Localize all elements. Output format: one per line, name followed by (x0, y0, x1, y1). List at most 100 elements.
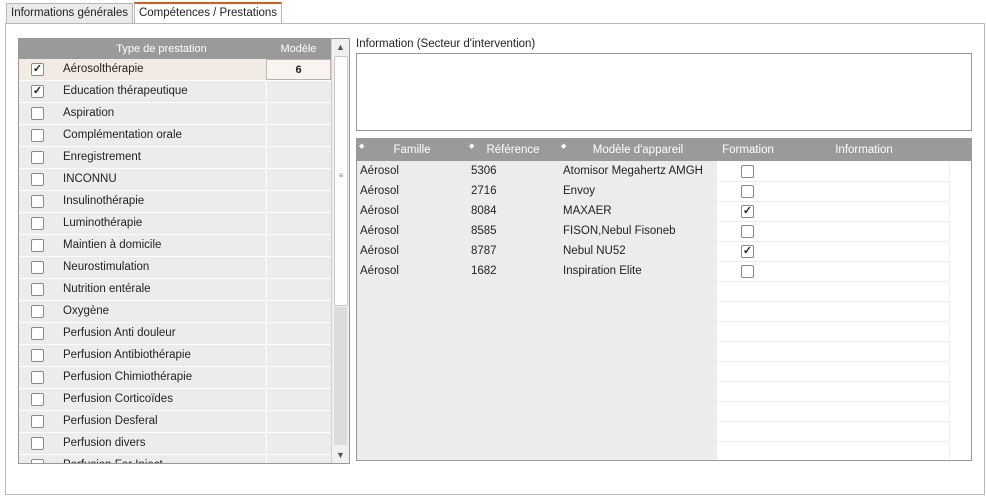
prestation-checkbox[interactable]: ✓ (31, 85, 44, 98)
prestation-row[interactable]: Insulinothérapie (19, 191, 331, 213)
prestation-modele-cell[interactable] (266, 103, 331, 124)
formation-checkbox[interactable] (741, 265, 754, 278)
prestation-row[interactable]: Enregistrement (19, 147, 331, 169)
famille-cell[interactable]: Aérosol (360, 221, 465, 241)
reference-cell[interactable]: 1682 (471, 261, 557, 281)
famille-cell[interactable]: Aérosol (360, 241, 465, 261)
prestation-checkbox[interactable] (31, 283, 44, 296)
modele-cell[interactable]: Inspiration Elite (563, 261, 717, 281)
prestation-checkbox[interactable] (31, 459, 44, 463)
reference-cell[interactable]: 2716 (471, 181, 557, 201)
scrollbar-track[interactable] (334, 307, 347, 445)
famille-cell[interactable]: Aérosol (360, 201, 465, 221)
modele-cell[interactable]: Atomisor Megahertz AMGH (563, 161, 717, 181)
column-header-information[interactable]: Information (779, 139, 949, 161)
reference-cell[interactable]: 8787 (471, 241, 557, 261)
prestation-modele-cell[interactable] (266, 191, 331, 212)
prestation-label: Enregistrement (63, 151, 141, 163)
prestation-row[interactable]: Neurostimulation (19, 257, 331, 279)
prestations-scrollbar[interactable]: ▲ ≡ ▼ (331, 39, 349, 463)
prestation-modele-cell[interactable] (266, 411, 331, 432)
modele-cell[interactable]: Envoy (563, 181, 717, 201)
reference-cell[interactable]: 5306 (471, 161, 557, 181)
prestation-checkbox[interactable] (31, 151, 44, 164)
prestation-modele-cell[interactable] (266, 125, 331, 146)
prestation-modele-cell[interactable] (266, 323, 331, 344)
prestation-row[interactable]: ✓ Education thérapeutique (19, 81, 331, 103)
prestation-checkbox[interactable] (31, 371, 44, 384)
formation-checkbox[interactable]: ✓ (741, 245, 754, 258)
prestation-row[interactable]: Perfusion Anti douleur (19, 323, 331, 345)
row-separator (717, 221, 949, 222)
row-separator (717, 381, 949, 382)
scroll-up-icon[interactable]: ▲ (332, 39, 349, 55)
prestation-row[interactable]: Perfusion Antibiothérapie (19, 345, 331, 367)
scroll-down-icon[interactable]: ▼ (332, 447, 349, 463)
prestation-row[interactable]: Nutrition entérale (19, 279, 331, 301)
formation-checkbox[interactable]: ✓ (741, 205, 754, 218)
row-separator (717, 241, 949, 242)
prestation-modele-cell[interactable]: 6 (266, 59, 331, 80)
prestation-row[interactable]: Complémentation orale (19, 125, 331, 147)
prestation-row[interactable]: ✓ Aérosolthérapie 6 (19, 59, 331, 81)
prestation-row[interactable]: Perfusion Chimiothérapie (19, 367, 331, 389)
prestation-row[interactable]: Perfusion Desferal (19, 411, 331, 433)
formation-checkbox[interactable] (741, 165, 754, 178)
prestation-checkbox[interactable] (31, 195, 44, 208)
prestation-modele-cell[interactable] (266, 389, 331, 410)
famille-cell[interactable]: Aérosol (360, 261, 465, 281)
prestation-row[interactable]: Aspiration (19, 103, 331, 125)
reference-cell[interactable]: 8585 (471, 221, 557, 241)
prestation-modele-cell[interactable] (266, 279, 331, 300)
prestation-checkbox[interactable] (31, 107, 44, 120)
prestation-checkbox[interactable] (31, 261, 44, 274)
prestation-checkbox[interactable] (31, 239, 44, 252)
prestation-row[interactable]: Perfusion Fer Inject (19, 455, 331, 463)
modele-cell[interactable]: MAXAER (563, 201, 717, 221)
prestation-modele-cell[interactable] (266, 235, 331, 256)
prestation-checkbox[interactable] (31, 393, 44, 406)
column-header-type[interactable]: Type de prestation (57, 39, 266, 59)
prestation-modele-cell[interactable] (266, 301, 331, 322)
prestation-row[interactable]: Perfusion Corticoïdes (19, 389, 331, 411)
column-header-famille[interactable]: ◆ Famille (357, 139, 467, 161)
tab-competences-prestations[interactable]: Compétences / Prestations (133, 2, 283, 24)
scrollbar-thumb[interactable]: ≡ (334, 56, 348, 306)
modele-cell[interactable]: Nebul NU52 (563, 241, 717, 261)
prestation-row[interactable]: INCONNU (19, 169, 331, 191)
prestation-modele-cell[interactable] (266, 81, 331, 102)
column-header-formation[interactable]: Formation (717, 139, 779, 161)
modele-cell[interactable]: FISON,Nebul Fisoneb (563, 221, 717, 241)
famille-cell[interactable]: Aérosol (360, 181, 465, 201)
prestation-checkbox[interactable]: ✓ (31, 63, 44, 76)
prestation-modele-cell[interactable] (266, 257, 331, 278)
prestation-modele-cell[interactable] (266, 433, 331, 454)
prestation-checkbox[interactable] (31, 217, 44, 230)
prestation-checkbox[interactable] (31, 327, 44, 340)
prestation-modele-cell[interactable] (266, 169, 331, 190)
column-header-modele[interactable]: Modèle (266, 39, 331, 59)
information-textarea[interactable] (356, 53, 972, 131)
prestation-checkbox[interactable] (31, 415, 44, 428)
prestation-checkbox[interactable] (31, 173, 44, 186)
formation-checkbox[interactable] (741, 185, 754, 198)
formation-checkbox[interactable] (741, 225, 754, 238)
prestation-row[interactable]: Oxygène (19, 301, 331, 323)
prestation-row[interactable]: Maintien à domicile (19, 235, 331, 257)
prestation-checkbox[interactable] (31, 129, 44, 142)
famille-cell[interactable]: Aérosol (360, 161, 465, 181)
prestation-row[interactable]: Luminothérapie (19, 213, 331, 235)
column-header-reference[interactable]: ◆ Référence (467, 139, 559, 161)
prestation-modele-cell[interactable] (266, 147, 331, 168)
prestation-modele-cell[interactable] (266, 213, 331, 234)
prestation-modele-cell[interactable] (266, 345, 331, 366)
prestation-checkbox[interactable] (31, 305, 44, 318)
tab-informations-generales[interactable]: Informations générales (6, 3, 133, 23)
prestation-row[interactable]: Perfusion divers (19, 433, 331, 455)
prestation-modele-cell[interactable] (266, 455, 331, 463)
reference-cell[interactable]: 8084 (471, 201, 557, 221)
prestation-modele-cell[interactable] (266, 367, 331, 388)
column-header-modele-appareil[interactable]: ◆ Modèle d'appareil (559, 139, 717, 161)
prestation-checkbox[interactable] (31, 349, 44, 362)
prestation-checkbox[interactable] (31, 437, 44, 450)
